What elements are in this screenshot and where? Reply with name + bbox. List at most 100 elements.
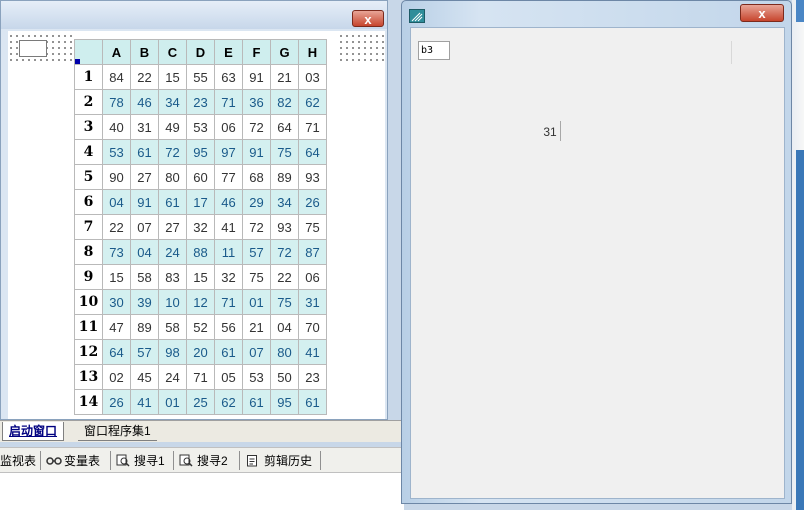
toolbar-clip-history[interactable]: 剪辑历史: [246, 452, 312, 470]
grid-cell[interactable]: 97: [214, 139, 243, 165]
grid-cell[interactable]: 95: [270, 389, 299, 415]
grid-cell[interactable]: 15: [158, 64, 187, 90]
small-edit-box[interactable]: [19, 40, 47, 57]
grid-cell[interactable]: 78: [102, 89, 131, 115]
grid-cell[interactable]: 98: [158, 339, 187, 365]
grid-cell[interactable]: 95: [186, 139, 215, 165]
grid-cell[interactable]: 68: [242, 164, 271, 190]
grid-cell[interactable]: 72: [242, 214, 271, 240]
grid-cell[interactable]: 31: [130, 114, 159, 140]
grid-cell[interactable]: 47: [102, 314, 131, 340]
toolbar-search1[interactable]: 搜寻1: [116, 452, 165, 470]
row-header[interactable]: 5: [74, 164, 103, 190]
tab-window-assembly[interactable]: 窗口程序集1: [78, 422, 157, 441]
grid-cell[interactable]: 39: [130, 289, 159, 315]
grid-cell[interactable]: 84: [102, 64, 131, 90]
grid-cell[interactable]: 80: [158, 164, 187, 190]
grid-cell[interactable]: 06: [298, 264, 327, 290]
designer-close-button[interactable]: x: [352, 10, 384, 27]
column-header[interactable]: D: [186, 39, 215, 65]
grid-cell[interactable]: 75: [270, 139, 299, 165]
grid-cell[interactable]: 50: [270, 364, 299, 390]
grid-cell[interactable]: 52: [186, 314, 215, 340]
grid-cell[interactable]: 77: [214, 164, 243, 190]
row-header[interactable]: 13: [74, 364, 103, 390]
grid-cell[interactable]: 63: [214, 64, 243, 90]
grid-cell[interactable]: 11: [214, 239, 243, 265]
grid-cell[interactable]: 34: [270, 189, 299, 215]
grid-cell[interactable]: 88: [186, 239, 215, 265]
grid-cell[interactable]: 32: [214, 264, 243, 290]
grid-cell[interactable]: 61: [214, 339, 243, 365]
row-header[interactable]: 9: [74, 264, 103, 290]
column-header[interactable]: B: [130, 39, 159, 65]
runtime-close-button[interactable]: x: [740, 4, 784, 22]
column-header[interactable]: C: [158, 39, 187, 65]
grid-cell[interactable]: 61: [242, 389, 271, 415]
grid-cell[interactable]: 75: [298, 214, 327, 240]
grid-cell[interactable]: 71: [214, 289, 243, 315]
grid-cell[interactable]: 41: [214, 214, 243, 240]
grid-cell[interactable]: 07: [130, 214, 159, 240]
cell-ref-input[interactable]: b3: [418, 41, 450, 60]
grid-cell[interactable]: 22: [130, 64, 159, 90]
designer-titlebar[interactable]: x: [1, 1, 387, 29]
grid-cell[interactable]: 41: [130, 389, 159, 415]
grid-cell[interactable]: 64: [102, 339, 131, 365]
toolbar-variables[interactable]: 变量表: [46, 452, 100, 470]
grid-cell[interactable]: 53: [102, 139, 131, 165]
grid-cell[interactable]: 07: [242, 339, 271, 365]
grid-cell[interactable]: 32: [186, 214, 215, 240]
row-header[interactable]: 2: [74, 89, 103, 115]
grid-cell[interactable]: 15: [186, 264, 215, 290]
grid-cell[interactable]: 93: [298, 164, 327, 190]
grid-cell[interactable]: 10: [158, 289, 187, 315]
toolbar-search2[interactable]: 搜寻2: [179, 452, 228, 470]
grid-cell[interactable]: 56: [214, 314, 243, 340]
grid-cell[interactable]: 71: [214, 89, 243, 115]
grid-cell[interactable]: 57: [242, 239, 271, 265]
grid-cell[interactable]: 23: [298, 364, 327, 390]
grid-cell[interactable]: 21: [242, 314, 271, 340]
grid-cell[interactable]: 26: [102, 389, 131, 415]
grid-cell[interactable]: 24: [158, 239, 187, 265]
grid-cell[interactable]: 40: [102, 114, 131, 140]
row-header[interactable]: 8: [74, 239, 103, 265]
column-header[interactable]: A: [102, 39, 131, 65]
grid-cell[interactable]: 75: [242, 264, 271, 290]
row-header[interactable]: 4: [74, 139, 103, 165]
grid-cell[interactable]: 89: [270, 164, 299, 190]
row-header[interactable]: 14: [74, 389, 103, 415]
grid-cell[interactable]: 72: [242, 114, 271, 140]
grid-cell[interactable]: 26: [298, 189, 327, 215]
grid-cell[interactable]: 91: [242, 139, 271, 165]
grid-cell[interactable]: 46: [130, 89, 159, 115]
grid-cell[interactable]: 34: [158, 89, 187, 115]
grid-cell[interactable]: 04: [130, 239, 159, 265]
row-header[interactable]: 12: [74, 339, 103, 365]
row-header[interactable]: 3: [74, 114, 103, 140]
grid-cell[interactable]: 91: [130, 189, 159, 215]
row-header[interactable]: 7: [74, 214, 103, 240]
grid-cell[interactable]: 57: [130, 339, 159, 365]
grid-cell[interactable]: 71: [186, 364, 215, 390]
grid-cell[interactable]: 93: [270, 214, 299, 240]
grid-cell[interactable]: 20: [186, 339, 215, 365]
column-header[interactable]: F: [242, 39, 271, 65]
grid-cell[interactable]: 22: [102, 214, 131, 240]
row-header[interactable]: 11: [74, 314, 103, 340]
grid-cell[interactable]: 49: [158, 114, 187, 140]
grid-cell[interactable]: 30: [102, 289, 131, 315]
grid-cell[interactable]: 80: [270, 339, 299, 365]
grid-cell[interactable]: 58: [130, 264, 159, 290]
grid-cell[interactable]: 62: [214, 389, 243, 415]
grid-cell[interactable]: 05: [214, 364, 243, 390]
grid-cell[interactable]: 72: [270, 239, 299, 265]
grid-cell[interactable]: 45: [130, 364, 159, 390]
selection-handle[interactable]: [75, 59, 80, 64]
grid-cell[interactable]: 03: [298, 64, 327, 90]
grid-cell[interactable]: 53: [186, 114, 215, 140]
grid-cell[interactable]: 22: [270, 264, 299, 290]
grid-cell[interactable]: 83: [158, 264, 187, 290]
row-header[interactable]: 1: [74, 64, 103, 90]
